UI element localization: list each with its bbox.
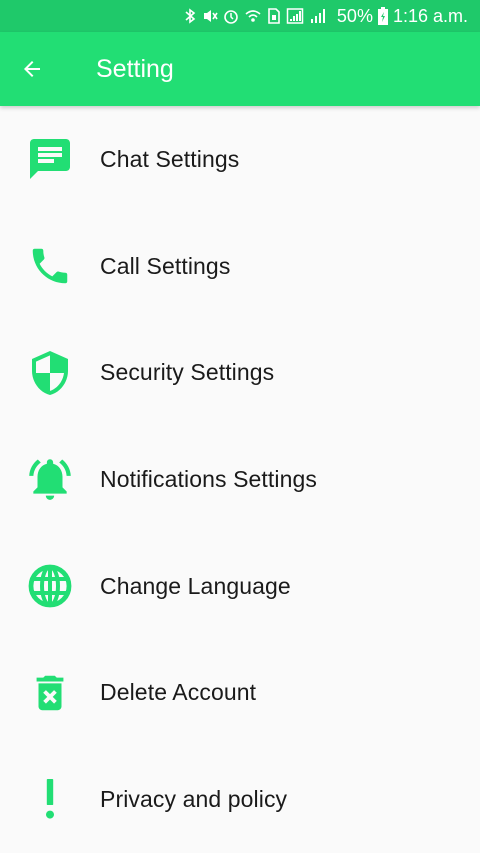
menu-item-security-settings[interactable]: Security Settings [0,319,480,426]
mute-icon [203,10,218,22]
battery-charging-icon [377,7,388,25]
exclamation-icon [0,769,100,829]
menu-label: Call Settings [100,252,231,279]
globe-icon [0,556,100,616]
status-icons [183,7,327,25]
menu-label: Security Settings [100,359,275,386]
trash-icon [0,663,100,723]
menu-label: Notifications Settings [100,465,317,492]
phone-icon [0,236,100,296]
status-time: 1:16 a.m. [392,5,468,26]
menu-item-privacy-and-policy[interactable]: Privacy and policy [0,746,480,853]
bluetooth-icon [185,8,196,24]
chat-icon [0,129,100,189]
menu-item-notifications-settings[interactable]: Notifications Settings [0,426,480,533]
menu-item-delete-account[interactable]: Delete Account [0,639,480,746]
menu-label: Delete Account [100,679,257,706]
status-bar: 50% 1:16 a.m. [0,0,480,32]
sim-icon [268,8,280,24]
wifi-icon [245,10,261,22]
arrow-left-icon [24,61,40,77]
menu-label: Privacy and policy [100,785,288,812]
signal-icon [310,9,325,23]
battery-percent: 50% [336,5,373,26]
alarm-icon [224,10,238,24]
settings-menu: Chat Settings Call Settings Security Set… [0,106,480,853]
back-button[interactable] [0,32,64,106]
bell-icon [0,449,100,509]
page-title: Setting [96,54,174,83]
menu-item-chat-settings[interactable]: Chat Settings [0,106,480,213]
shield-icon [0,343,100,403]
signal-box-icon [286,8,304,24]
menu-item-change-language[interactable]: Change Language [0,533,480,640]
menu-label: Chat Settings [100,145,240,172]
app-bar: Setting [0,32,480,106]
menu-item-call-settings[interactable]: Call Settings [0,213,480,320]
menu-label: Change Language [100,572,291,599]
